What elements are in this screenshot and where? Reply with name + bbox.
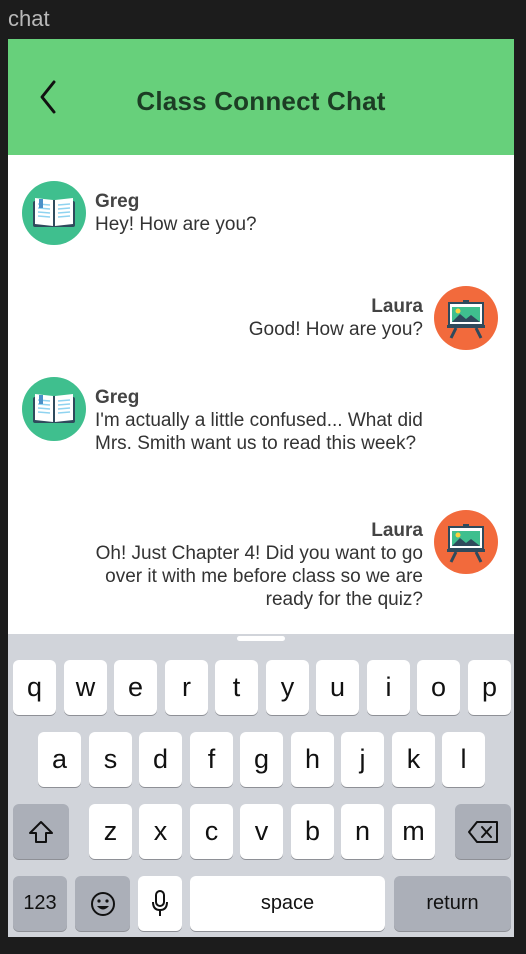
chat-messages: Greg Hey! How are you? Laura Good! How a… xyxy=(8,155,514,634)
key-s[interactable]: s xyxy=(89,732,132,787)
numbers-key[interactable]: 123 xyxy=(13,876,67,931)
message-content: Laura Oh! Just Chapter 4! Did you want t… xyxy=(93,519,423,611)
microphone-key[interactable] xyxy=(138,876,182,931)
message-sender: Laura xyxy=(371,520,423,541)
message-text: I'm actually a little confused... What d… xyxy=(95,410,423,454)
key-i[interactable]: i xyxy=(367,660,410,715)
key-u[interactable]: u xyxy=(316,660,359,715)
key-e[interactable]: e xyxy=(114,660,157,715)
key-q[interactable]: q xyxy=(13,660,56,715)
key-b[interactable]: b xyxy=(291,804,334,859)
key-d[interactable]: d xyxy=(139,732,182,787)
page-title: Class Connect Chat xyxy=(136,86,386,116)
book-icon xyxy=(33,198,75,227)
emoji-key[interactable] xyxy=(75,876,130,931)
key-l[interactable]: l xyxy=(442,732,485,787)
message-sender: Greg xyxy=(95,387,140,408)
message-text: Oh! Just Chapter 4! Did you want to go o… xyxy=(95,543,423,610)
window-title: chat xyxy=(8,6,50,31)
keyboard-handle[interactable] xyxy=(237,636,285,641)
key-g[interactable]: g xyxy=(240,732,283,787)
avatar xyxy=(434,286,498,350)
easel-icon xyxy=(447,524,485,563)
message-sender: Greg xyxy=(95,191,140,212)
space-key[interactable]: space xyxy=(190,876,385,931)
key-c[interactable]: c xyxy=(190,804,233,859)
message-item: Greg I'm actually a little confused... W… xyxy=(8,351,514,486)
key-t[interactable]: t xyxy=(215,660,258,715)
key-n[interactable]: n xyxy=(341,804,384,859)
return-key[interactable]: return xyxy=(394,876,511,931)
shift-icon xyxy=(29,820,53,843)
key-x[interactable]: x xyxy=(139,804,182,859)
easel-icon xyxy=(447,300,485,339)
message-item: Laura Oh! Just Chapter 4! Did you want t… xyxy=(8,484,514,634)
message-content: Greg Hey! How are you? xyxy=(95,190,425,236)
on-screen-keyboard: q w e r t y u i o p a s d f g h j k l z … xyxy=(8,634,514,937)
key-v[interactable]: v xyxy=(240,804,283,859)
emoji-icon xyxy=(90,891,115,916)
book-icon xyxy=(33,394,75,423)
microphone-icon xyxy=(152,889,168,916)
app-header: Class Connect Chat xyxy=(8,39,514,155)
key-j[interactable]: j xyxy=(341,732,384,787)
message-text: Hey! How are you? xyxy=(95,214,257,235)
key-w[interactable]: w xyxy=(64,660,107,715)
avatar xyxy=(22,181,86,245)
message-content: Laura Good! How are you? xyxy=(93,295,423,341)
key-o[interactable]: o xyxy=(417,660,460,715)
key-p[interactable]: p xyxy=(468,660,511,715)
key-y[interactable]: y xyxy=(266,660,309,715)
message-item: Laura Good! How are you? xyxy=(8,260,514,350)
delete-key[interactable] xyxy=(455,804,511,859)
avatar xyxy=(434,510,498,574)
key-a[interactable]: a xyxy=(38,732,81,787)
backspace-icon xyxy=(468,820,498,843)
key-m[interactable]: m xyxy=(392,804,435,859)
key-h[interactable]: h xyxy=(291,732,334,787)
key-z[interactable]: z xyxy=(89,804,132,859)
message-content: Greg I'm actually a little confused... W… xyxy=(95,386,425,455)
app-screen: Class Connect Chat Greg Hey! How are you… xyxy=(8,39,514,937)
key-r[interactable]: r xyxy=(165,660,208,715)
message-sender: Laura xyxy=(371,296,423,317)
shift-key[interactable] xyxy=(13,804,69,859)
message-text: Good! How are you? xyxy=(248,319,423,340)
key-f[interactable]: f xyxy=(190,732,233,787)
message-item: Greg Hey! How are you? xyxy=(8,155,514,255)
key-k[interactable]: k xyxy=(392,732,435,787)
avatar xyxy=(22,377,86,441)
